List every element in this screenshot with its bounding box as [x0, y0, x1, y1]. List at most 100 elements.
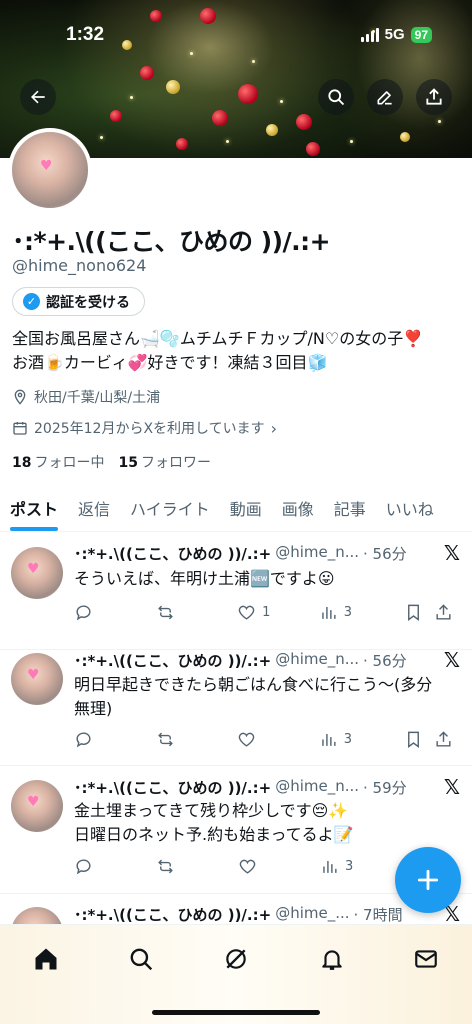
post-avatar[interactable]: ♥ [11, 547, 63, 599]
heart-sticker: ♥ [27, 794, 40, 810]
location-row: 秋田/千葉/山梨/土浦 [12, 387, 160, 407]
tab-articles[interactable]: 記事 [324, 484, 376, 531]
display-name: ･:*+.\((ここ、ひめの ))/.:+ [12, 227, 331, 256]
grok-icon [226, 949, 246, 969]
network-label: 5G [384, 26, 405, 43]
chevron-right-icon: › [270, 418, 278, 438]
repost-icon [157, 732, 173, 746]
heart-icon [238, 732, 255, 747]
post-header: ･:*+.\((ここ、ひめの ))/.:+ @hime_... · 7時間 [74, 904, 454, 925]
post-actions: 1 3 [74, 600, 464, 624]
bookmark-button[interactable] [404, 600, 434, 624]
post-text-line: 金土埋まってきて残り枠少しです😔✨ [74, 801, 349, 820]
post-avatar[interactable]: ♥ [11, 653, 63, 705]
messages-icon [415, 950, 437, 968]
reply-button[interactable] [74, 600, 156, 624]
post-text: 金土埋まってきて残り枠少しです😔✨ 日曜日のネット予.約も始まってるよ📝 [74, 799, 459, 847]
ornament [110, 110, 122, 122]
compose-post-button[interactable] [395, 847, 461, 913]
following-count: 18 [12, 455, 32, 471]
post-avatar[interactable]: ♥ [11, 780, 63, 832]
share-icon [436, 730, 451, 747]
like-button[interactable]: 1 [237, 600, 319, 624]
post-author-name[interactable]: ･:*+.\((ここ、ひめの ))/.:+ [74, 777, 271, 798]
edit-button[interactable] [367, 79, 403, 115]
plus-icon [417, 869, 439, 891]
followers-label: フォロワー [140, 455, 211, 471]
status-indicators: 5G 97 [360, 26, 432, 43]
reply-button[interactable] [74, 854, 156, 878]
nav-messages[interactable] [406, 939, 446, 979]
tab-posts[interactable]: ポスト [0, 484, 68, 531]
post-text: 明日早起きできたら朝ごはん食べに行こう〜(多分 無理) [74, 673, 459, 721]
light [226, 140, 229, 143]
like-button[interactable] [238, 854, 320, 878]
reply-button[interactable] [74, 727, 156, 751]
repost-button[interactable] [156, 854, 238, 878]
joined-row[interactable]: 2025年12月からXを利用しています › [12, 418, 277, 438]
reply-icon [76, 604, 91, 620]
ornament [200, 8, 216, 24]
repost-button[interactable] [156, 600, 238, 624]
views-button[interactable]: 3 [320, 854, 406, 878]
ornament [150, 10, 162, 22]
nav-notifications[interactable] [312, 939, 352, 979]
follow-stats: 18 フォロー中 15 フォロワー [12, 452, 211, 472]
ornament [306, 142, 320, 156]
post-time: · 59分 [363, 779, 407, 797]
tab-photos[interactable]: 画像 [272, 484, 324, 531]
bio-line-1: 全国お風呂屋さん🛁🫧ムチムチＦカップ/N♡の女の子❣️ [12, 329, 424, 348]
followers-link[interactable]: 15 フォロワー [118, 452, 210, 472]
notifications-icon [322, 950, 342, 970]
bookmark-button[interactable] [404, 727, 434, 751]
view-count: 3 [343, 604, 353, 620]
tab-videos[interactable]: 動画 [220, 484, 272, 531]
analytics-icon [321, 606, 336, 619]
view-count: 3 [345, 858, 354, 874]
repost-button[interactable] [156, 727, 238, 751]
post-text-line: 日曜日のネット予.約も始まってるよ📝 [74, 825, 354, 844]
profile-avatar[interactable]: ♥ [8, 128, 92, 212]
nav-search[interactable] [121, 939, 161, 979]
post-text: そういえば、年明け土浦🆕ですよ😛 [74, 567, 459, 591]
reply-icon [76, 858, 91, 874]
share-post-button[interactable] [434, 727, 464, 751]
nav-home[interactable] [26, 939, 66, 979]
following-label: フォロー中 [34, 455, 105, 471]
tab-likes[interactable]: いいね [376, 484, 444, 531]
ornament [266, 124, 278, 136]
post-item[interactable]: ♥ ･:*+.\((ここ、ひめの ))/.:+ @hime_n... · 56分… [0, 533, 472, 650]
tab-replies[interactable]: 返信 [68, 484, 120, 531]
back-button[interactable] [20, 79, 56, 115]
ornament [176, 138, 188, 150]
bottom-navigation [0, 924, 472, 1024]
following-link[interactable]: 18 フォロー中 [12, 452, 104, 472]
tab-highlights[interactable]: ハイライト [120, 484, 220, 531]
light [280, 100, 283, 103]
x-logo-icon: 𝕏 [443, 775, 460, 799]
share-button[interactable] [416, 79, 452, 115]
x-logo-icon: 𝕏 [443, 648, 460, 672]
location-pin-icon [14, 389, 26, 405]
verified-badge-icon: ✓ [23, 293, 40, 310]
nav-grok[interactable] [216, 939, 256, 979]
post-text-line: 無理) [74, 699, 113, 718]
heart-sticker: ♥ [40, 158, 53, 174]
post-author-name[interactable]: ･:*+.\((ここ、ひめの ))/.:+ [74, 904, 271, 925]
share-post-button[interactable] [434, 600, 464, 624]
analytics-icon [323, 860, 337, 873]
light [190, 52, 193, 55]
search-button[interactable] [318, 79, 354, 115]
post-time: · 56分 [363, 545, 407, 563]
heart-icon [239, 859, 256, 874]
like-button[interactable] [237, 727, 319, 751]
profile-bio: 全国お風呂屋さん🛁🫧ムチムチＦカップ/N♡の女の子❣️ お酒🍺カービィ💞好きです… [12, 327, 467, 375]
post-item[interactable]: ♥ ･:*+.\((ここ、ひめの ))/.:+ @hime_n... · 56分… [0, 640, 472, 766]
repost-icon [157, 605, 173, 619]
back-arrow-icon [31, 90, 45, 104]
post-author-name[interactable]: ･:*+.\((ここ、ひめの ))/.:+ [74, 650, 271, 671]
views-button[interactable]: 3 [319, 727, 405, 751]
get-verified-button[interactable]: ✓ 認証を受ける [12, 287, 145, 316]
post-author-name[interactable]: ･:*+.\((ここ、ひめの ))/.:+ [74, 543, 271, 564]
views-button[interactable]: 3 [319, 600, 405, 624]
